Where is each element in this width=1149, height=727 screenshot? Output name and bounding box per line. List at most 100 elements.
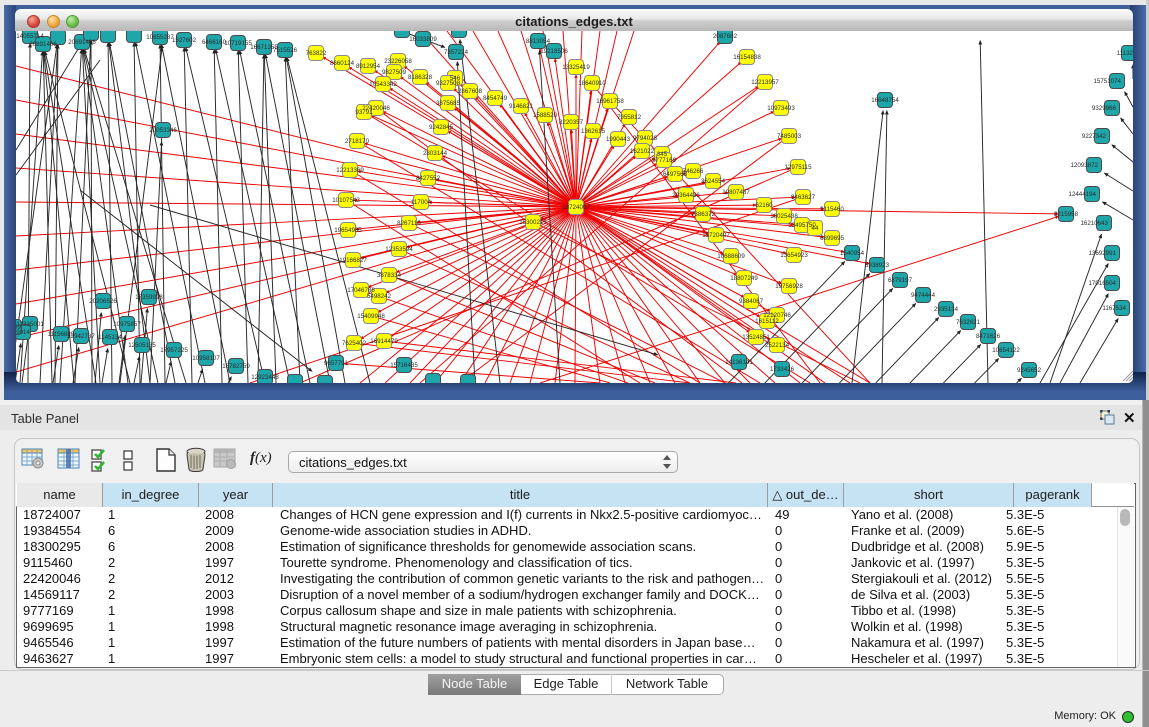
svg-text:12213957: 12213957 [751,79,779,86]
svg-text:3878334: 3878334 [377,272,402,279]
svg-text:8471626: 8471626 [976,333,1001,340]
svg-text:3875685: 3875685 [436,100,461,107]
svg-text:8215958: 8215958 [1054,211,1079,218]
svg-text:93791: 93791 [355,109,373,116]
svg-text:18724007: 18724007 [562,204,590,211]
svg-text:1990443: 1990443 [606,136,631,143]
svg-text:117004: 117004 [411,199,432,206]
svg-text:19756928: 19756928 [775,283,803,290]
svg-text:1615112: 1615112 [755,318,779,325]
svg-text:16210643: 16210643 [1080,220,1108,227]
svg-text:2718170: 2718170 [345,138,370,145]
svg-text:23226058: 23226058 [384,58,412,65]
svg-text:13325419: 13325419 [562,64,590,71]
svg-text:10107543: 10107543 [332,197,360,204]
svg-text:16648754: 16648754 [871,97,899,104]
svg-text:7625402: 7625402 [342,340,367,347]
svg-text:8660124: 8660124 [330,60,355,67]
svg-text:1588520: 1588520 [533,112,558,119]
svg-text:12923448: 12923448 [251,374,279,381]
svg-text:14136141: 14136141 [725,359,753,366]
svg-text:2867608: 2867608 [458,88,483,95]
svg-text:12942737: 12942737 [67,333,95,340]
svg-text:14055714: 14055714 [16,33,44,40]
svg-text:8220357: 8220357 [559,119,584,126]
svg-text:12505135: 12505135 [128,342,156,349]
svg-text:16961758: 16961758 [596,98,624,105]
svg-text:19218506: 19218506 [540,48,568,55]
svg-text:10655287: 10655287 [146,34,174,41]
svg-text:20364436: 20364436 [672,192,700,199]
svg-text:1527602: 1527602 [172,37,197,44]
svg-text:7632621: 7632621 [956,319,981,326]
svg-text:10688609: 10688609 [717,253,745,260]
svg-text:10807487: 10807487 [722,189,750,196]
svg-text:763822: 763822 [306,50,327,57]
svg-text:746266: 746266 [683,168,704,175]
svg-text:10719155: 10719155 [224,40,252,47]
svg-text:16033809: 16033809 [409,36,437,43]
svg-text:6879197: 6879197 [888,277,913,284]
svg-text:10975857: 10975857 [113,321,141,328]
svg-text:1145134: 1145134 [98,334,122,341]
svg-text:9474444: 9474444 [911,292,936,299]
svg-text:17016504: 17016504 [1088,280,1116,287]
svg-text:10958107: 10958107 [192,355,220,362]
svg-text:8186328: 8186328 [408,74,433,81]
svg-text:13654923: 13654923 [780,252,808,259]
svg-text:16782759: 16782759 [222,363,250,370]
svg-text:7955812: 7955812 [617,114,642,121]
svg-text:12213369: 12213369 [336,167,364,174]
svg-text:2522134: 2522134 [765,342,790,349]
svg-text:19166827: 19166827 [339,257,367,264]
svg-text:9463627: 9463627 [791,194,816,201]
svg-text:9794028: 9794028 [633,135,658,142]
svg-text:8267110: 8267110 [397,220,421,227]
svg-text:11132: 11132 [1117,50,1133,57]
svg-text:2803144: 2803144 [423,150,448,157]
svg-text:13692991: 13692991 [1088,250,1116,257]
svg-text:9827509: 9827509 [382,69,407,76]
svg-text:8427552: 8427552 [416,175,441,182]
svg-text:15751074: 15751074 [1093,78,1121,85]
svg-text:9242845: 9242845 [429,124,454,131]
svg-text:9384067: 9384067 [739,298,764,305]
svg-text:8912954: 8912954 [356,63,381,70]
svg-text:3624554: 3624554 [701,178,726,185]
svg-text:13524851: 13524851 [742,334,770,341]
svg-text:9227342: 9227342 [1082,133,1107,140]
svg-text:20691406: 20691406 [68,39,96,46]
svg-text:10973493: 10973493 [767,105,795,112]
svg-text:5498242: 5498242 [367,293,392,300]
svg-text:20053346: 20053346 [149,127,177,134]
svg-text:12444194: 12444194 [1068,191,1096,198]
svg-text:1621022: 1621022 [630,148,655,155]
svg-text:15720407: 15720407 [702,232,730,239]
svg-text:12975115: 12975115 [784,164,812,171]
svg-text:7515526: 7515526 [273,47,298,54]
svg-text:6899695: 6899695 [820,235,845,242]
svg-text:8454749: 8454749 [483,95,508,102]
svg-text:10543342: 10543342 [369,81,397,88]
svg-text:9777169: 9777169 [652,157,677,164]
svg-text:7357224: 7357224 [444,49,469,56]
svg-text:44: 44 [812,225,819,232]
svg-text:7939: 7939 [16,324,21,331]
svg-text:18640910: 18640910 [578,80,606,87]
svg-text:12093872: 12093872 [1070,162,1098,169]
svg-text:16914479: 16914479 [370,338,398,345]
svg-text:9115460: 9115460 [820,206,844,213]
svg-text:10654122: 10654122 [992,347,1020,354]
svg-text:17359928: 17359928 [135,294,163,301]
svg-text:12353594: 12353594 [385,246,413,253]
svg-text:15409948: 15409948 [357,313,385,320]
svg-text:15300215: 15300215 [519,219,547,226]
svg-text:8938923: 8938923 [865,262,890,269]
svg-text:9146821: 9146821 [509,103,534,110]
svg-text:16154838: 16154838 [733,54,761,61]
svg-text:9245652: 9245652 [1017,367,1042,374]
svg-text:1362615: 1362615 [581,128,606,135]
svg-text:6466160: 6466160 [202,39,227,46]
svg-text:2087682: 2087682 [713,33,738,40]
svg-text:2935134: 2935134 [934,306,959,313]
